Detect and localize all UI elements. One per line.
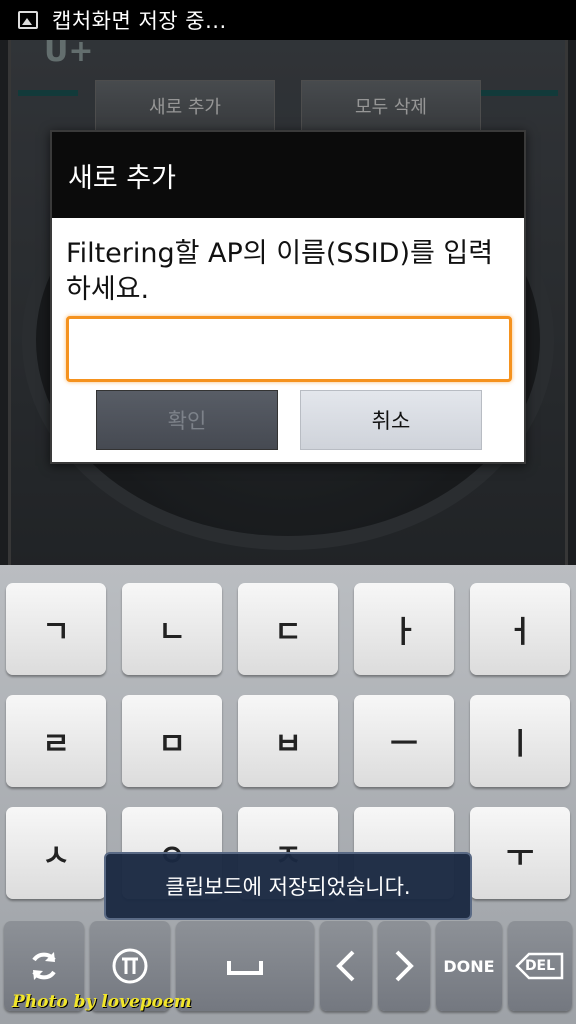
dialog-message: Filtering할 AP의 이름(SSID)를 입력하세요. [66,238,494,305]
image-icon [18,11,38,29]
key-a[interactable]: ㅏ [354,583,454,675]
cursor-right-key[interactable] [378,921,430,1011]
key-u[interactable]: ㅜ [470,807,570,899]
key-eo[interactable]: ㅓ [470,583,570,675]
delete-key[interactable]: DEL [508,921,572,1011]
clipboard-toast: 클립보드에 저장되었습니다. [104,852,472,920]
dialog-title: 새로 추가 [52,132,524,218]
cancel-button[interactable]: 취소 [300,390,482,450]
key-i[interactable]: ㅣ [470,695,570,787]
pi-circle-icon [112,948,148,984]
key-eu[interactable]: ㅡ [354,695,454,787]
keyboard: ㄱ ㄴ ㄷ ㅏ ㅓ ㄹ ㅁ ㅂ ㅡ ㅣ ㅅ ㅇ ㅈ ㅜ [0,565,576,1024]
chevron-right-icon [395,950,414,982]
cursor-left-key[interactable] [320,921,372,1011]
status-bar: 캡처화면 저장 중... [0,0,576,40]
key-bieup[interactable]: ㅂ [238,695,338,787]
space-icon [227,961,263,975]
chevron-left-icon [336,950,355,982]
ssid-input[interactable] [66,316,512,382]
key-siot[interactable]: ㅅ [6,807,106,899]
space-key[interactable] [176,921,314,1011]
key-rieul[interactable]: ㄹ [6,695,106,787]
refresh-icon [32,952,56,980]
key-digeut[interactable]: ㄷ [238,583,338,675]
photo-watermark: Photo by lovepoem [12,992,192,1012]
notification-text: 캡처화면 저장 중... [52,9,227,33]
add-ssid-dialog: 새로 추가 Filtering할 AP의 이름(SSID)를 입력하세요. 확인… [50,130,526,464]
key-mieum[interactable]: ㅁ [122,695,222,787]
key-nieun[interactable]: ㄴ [122,583,222,675]
key-giyeok[interactable]: ㄱ [6,583,106,675]
ok-button[interactable]: 확인 [96,390,278,450]
done-key[interactable]: DONE [436,921,502,1011]
screen: 캡처화면 저장 중... U+ 새로 추가 모두 삭제 새로 추가 Filter… [0,0,576,1024]
toast-text: 클립보드에 저장되었습니다. [165,875,411,899]
